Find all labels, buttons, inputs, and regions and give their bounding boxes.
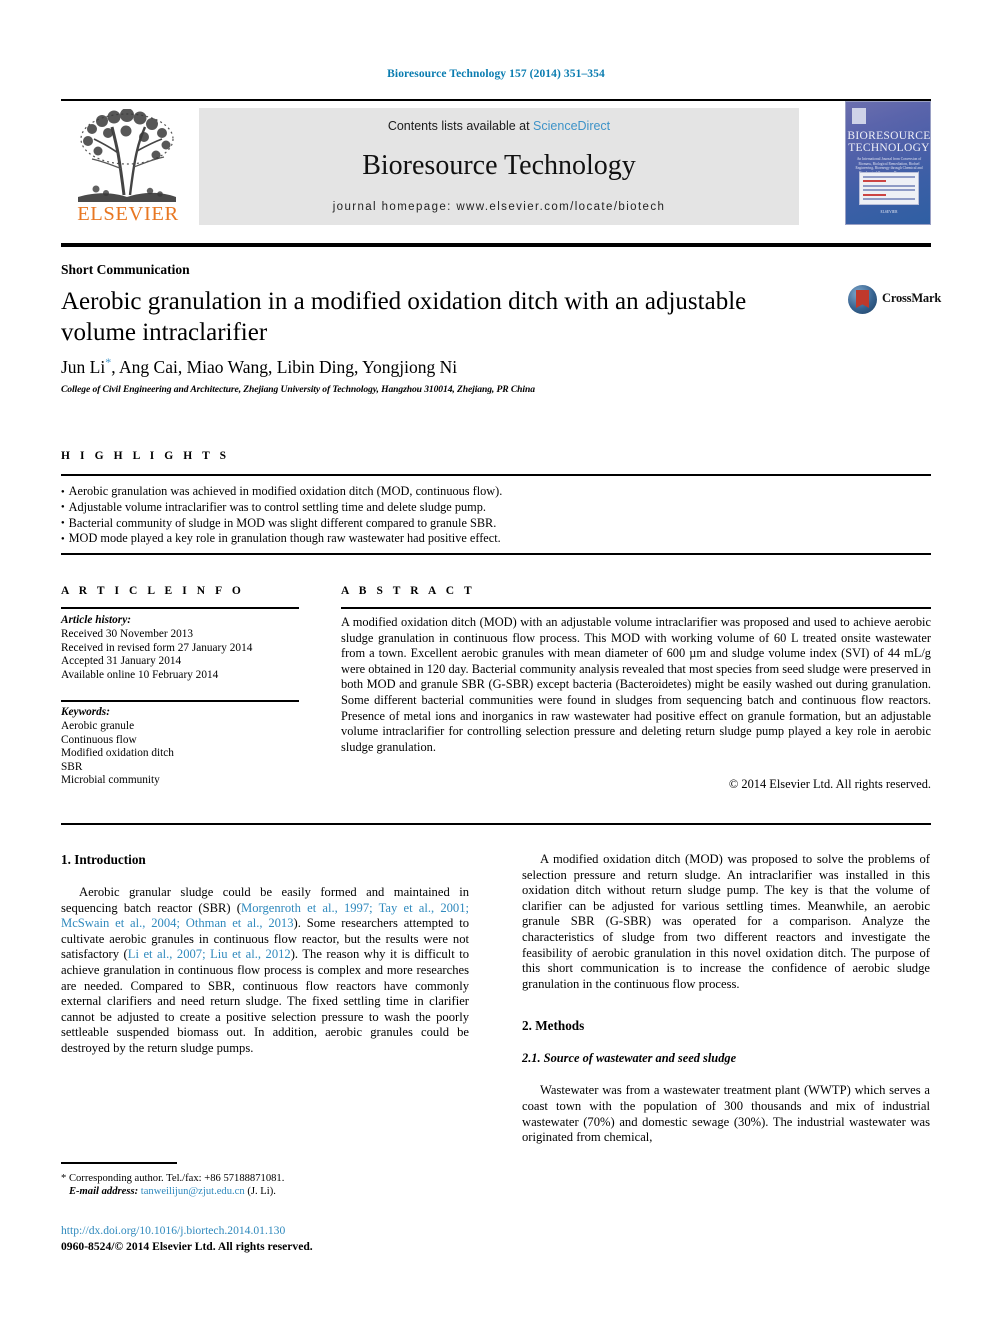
section-heading-methods: 2. Methods (522, 1018, 585, 1034)
body-top-rule (61, 823, 931, 825)
highlight-item: Adjustable volume intraclarifier was to … (61, 500, 931, 516)
intro-paragraph: Aerobic granular sludge could be easily … (61, 885, 469, 1057)
author-list: Jun Li*, Ang Cai, Miao Wang, Libin Ding,… (61, 355, 821, 378)
author-names-rest: , Ang Cai, Miao Wang, Libin Ding, Yongji… (111, 356, 458, 377)
author-names: Jun Li (61, 356, 106, 377)
email-label: E-mail address: (68, 1186, 139, 1198)
elsevier-logo: ELSEVIER (64, 109, 192, 231)
keywords-list: Aerobic granule Continuous flow Modified… (61, 720, 306, 788)
issn-copyright-line: 0960-8524/© 2014 Elsevier Ltd. All right… (61, 1240, 313, 1253)
abstract-copyright: © 2014 Elsevier Ltd. All rights reserved… (728, 777, 931, 791)
running-head: Bioresource Technology 157 (2014) 351–35… (387, 68, 605, 80)
intro-text-c: ). The reason why it is difficult to ach… (61, 947, 469, 1055)
affiliation: College of Civil Engineering and Archite… (61, 384, 535, 395)
journal-title: Bioresource Technology (362, 150, 636, 181)
keyword-item: Microbial community (61, 774, 160, 787)
elsevier-tree-icon (78, 109, 176, 202)
abstract-rule (341, 607, 931, 609)
crossmark-book-icon (856, 290, 869, 308)
cover-figure (859, 172, 919, 205)
article-history-list: Received 30 November 2013 Received in re… (61, 628, 306, 682)
title-top-rule (61, 243, 931, 247)
email-note: E-mail address: tanweilijun@zjut.edu.cn … (61, 1185, 481, 1198)
crossmark-circle-icon (848, 285, 877, 314)
contents-prefix: Contents lists available at (387, 119, 534, 133)
highlight-item: Bacterial community of sludge in MOD was… (61, 516, 931, 532)
keyword-item: Continuous flow (61, 733, 137, 746)
journal-cover-thumbnail: BIORESOURCE TECHNOLOGY An International … (845, 101, 931, 225)
corresponding-author-note: * Corresponding author. Tel./fax: +86 57… (61, 1173, 285, 1184)
highlights-bottom-rule (61, 553, 931, 555)
body-column-right: A modified oxidation ditch (MOD) was pro… (522, 852, 930, 1146)
section-heading-introduction: 1. Introduction (61, 852, 146, 867)
body-column-left: 1. Introduction Aerobic granular sludge … (61, 852, 469, 1057)
history-item: Received 30 November 2013 (61, 628, 194, 640)
footnote-block: * Corresponding author. Tel./fax: +86 57… (61, 1172, 481, 1199)
abstract-heading: A B S T R A C T (341, 585, 476, 597)
elsevier-wordmark: ELSEVIER (77, 203, 179, 225)
crossmark-label: CrossMark (882, 291, 942, 305)
highlight-item: MOD mode played a key role in granulatio… (61, 531, 931, 547)
article-info-heading: A R T I C L E I N F O (61, 585, 245, 597)
masthead-top-rule (61, 99, 931, 101)
highlights-list: Aerobic granulation was achieved in modi… (61, 484, 931, 547)
article-info-rule (61, 607, 299, 609)
abstract-text: A modified oxidation ditch (MOD) with an… (341, 615, 931, 754)
methods-paragraph: Wastewater was from a wastewater treatme… (522, 1083, 930, 1145)
keyword-item: Aerobic granule (61, 720, 135, 732)
subsection-heading-source: 2.1. Source of wastewater and seed sludg… (522, 1051, 737, 1066)
article-history-label: Article history: (61, 614, 131, 626)
keywords-label: Keywords: (61, 706, 110, 718)
journal-masthead: ELSEVIER Contents lists available at Sci… (61, 99, 931, 233)
highlights-top-rule (61, 474, 931, 476)
cover-elsevier-icon (852, 108, 866, 124)
history-item: Received in revised form 27 January 2014 (61, 641, 253, 654)
cover-title-line1: BIORESOURCE (847, 130, 931, 142)
document-type: Short Communication (61, 262, 190, 277)
contents-available-line: Contents lists available at ScienceDirec… (199, 119, 799, 133)
history-item: Accepted 31 January 2014 (61, 655, 182, 668)
cover-footer: ELSEVIER (880, 210, 898, 214)
keyword-item: Modified oxidation ditch (61, 747, 174, 760)
journal-homepage-link[interactable]: journal homepage: www.elsevier.com/locat… (199, 201, 799, 213)
page-title: Aerobic granulation in a modified oxidat… (61, 288, 747, 346)
intro-paragraph-continued: A modified oxidation ditch (MOD) was pro… (522, 852, 930, 991)
highlight-item: Aerobic granulation was achieved in modi… (61, 484, 931, 500)
cover-title: BIORESOURCE TECHNOLOGY (846, 130, 931, 154)
crossmark-badge[interactable]: CrossMark (848, 285, 944, 315)
masthead-center-panel: Contents lists available at ScienceDirec… (199, 108, 799, 225)
history-item: Available online 10 February 2014 (61, 668, 219, 681)
highlights-heading: H I G H L I G H T S (61, 450, 230, 462)
journal-article-page: Bioresource Technology 157 (2014) 351–35… (0, 0, 992, 1323)
keywords-rule (61, 700, 299, 702)
footnote-rule (61, 1162, 177, 1164)
cover-title-line2: TECHNOLOGY (848, 142, 930, 154)
email-suffix: (J. Li). (247, 1186, 276, 1198)
keyword-item: SBR (61, 760, 83, 773)
doi-link[interactable]: http://dx.doi.org/10.1016/j.biortech.201… (61, 1224, 285, 1237)
sciencedirect-link[interactable]: ScienceDirect (533, 119, 610, 133)
citation-link[interactable]: Li et al., 2007; Liu et al., 2012 (128, 947, 291, 961)
email-link[interactable]: tanweilijun@zjut.edu.cn (141, 1186, 245, 1197)
